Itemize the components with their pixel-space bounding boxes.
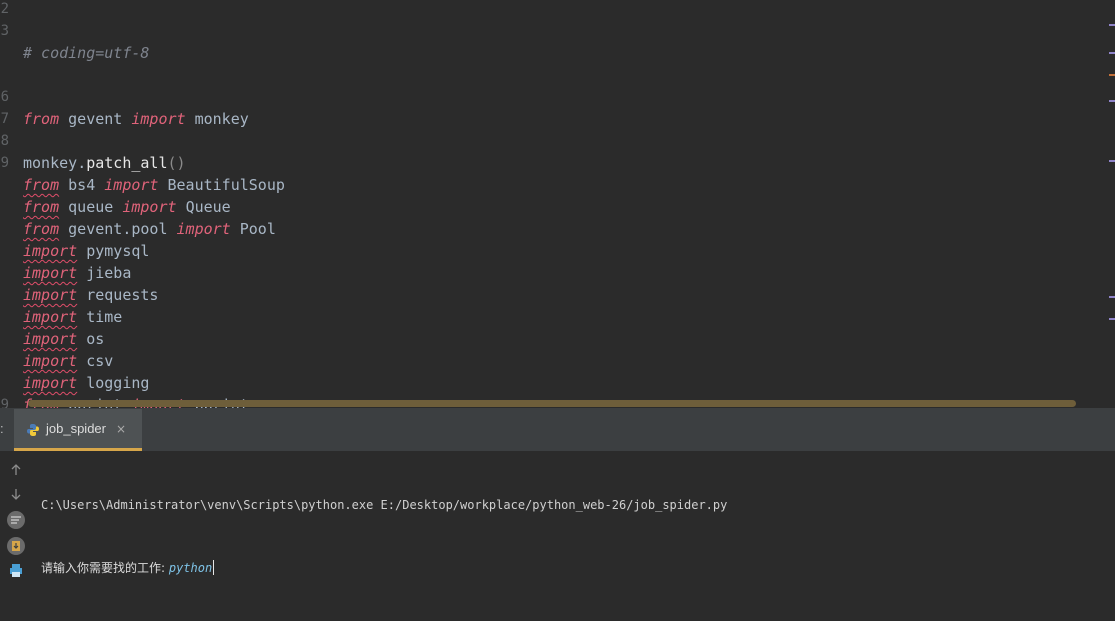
module-name: jieba	[86, 264, 132, 282]
keyword-from: from	[23, 176, 60, 194]
code-line: import jieba	[23, 262, 348, 284]
code-line: from bs4 import BeautifulSoup	[23, 174, 348, 196]
run-side-toolbar	[0, 451, 32, 582]
close-icon[interactable]: ×	[116, 422, 126, 436]
line-number	[0, 240, 9, 262]
identifier: monkey	[23, 154, 78, 172]
python-icon	[26, 422, 40, 436]
line-number: 7	[0, 111, 9, 127]
line-number	[0, 196, 9, 218]
line-number	[0, 174, 9, 196]
keyword-import: import	[23, 242, 78, 260]
line-number	[0, 262, 9, 284]
text-caret	[213, 560, 215, 575]
tool-window-title: :	[0, 421, 4, 436]
function-name: patch_all	[86, 154, 168, 172]
input-prompt-line: 请输入你需要找的工作: python	[41, 558, 1115, 579]
comment-line: # coding=utf-8	[23, 44, 150, 62]
code-line: import os	[23, 328, 348, 350]
error-stripe-marker[interactable]	[1109, 74, 1115, 76]
line-number: 8	[0, 133, 9, 149]
imported-name: monkey	[194, 110, 249, 128]
line-number	[0, 306, 9, 328]
code-area[interactable]: # coding=utf-8 from gevent import monkey…	[23, 0, 348, 408]
keyword-import: import	[23, 308, 78, 326]
scroll-to-end-icon[interactable]	[5, 535, 27, 557]
keyword-from: from	[23, 220, 60, 238]
module-name: gevent	[68, 110, 123, 128]
line-number	[0, 328, 9, 350]
module-name: pool	[131, 220, 168, 238]
code-line: import pymysql	[23, 240, 348, 262]
up-arrow-icon[interactable]	[5, 459, 27, 481]
line-number: 9	[0, 397, 9, 408]
module-name: logging	[86, 374, 150, 392]
code-line: import logging	[23, 372, 348, 394]
soft-wrap-icon[interactable]	[5, 509, 27, 531]
module-name: pymysql	[86, 242, 150, 260]
imported-name: Pool	[239, 220, 276, 238]
line-number	[0, 218, 9, 240]
keyword-from: from	[23, 198, 60, 216]
module-name: requests	[86, 286, 159, 304]
module-name: csv	[86, 352, 114, 370]
code-line: import requests	[23, 284, 348, 306]
console-input[interactable]: python	[169, 561, 212, 575]
keyword-import: import	[104, 176, 159, 194]
error-stripe-marker[interactable]	[1109, 296, 1115, 298]
line-number: 2	[0, 1, 9, 17]
line-number	[0, 372, 9, 394]
punctuation: ()	[167, 154, 186, 172]
line-gutter: 2 3 6 7 8 9 9	[0, 0, 18, 408]
code-editor[interactable]: 2 3 6 7 8 9 9 # coding=utf-8 from gevent impor…	[0, 0, 1115, 408]
imported-name: Queue	[185, 198, 231, 216]
keyword-from: from	[23, 110, 60, 128]
run-tool-window: : job_spider × C:\Users\Administrator\ve…	[0, 408, 1115, 582]
print-icon[interactable]	[5, 559, 27, 581]
keyword-import: import	[176, 220, 231, 238]
module-name: queue	[68, 198, 114, 216]
line-number	[0, 42, 9, 64]
error-stripe-marker[interactable]	[1109, 24, 1115, 26]
keyword-import: import	[122, 198, 177, 216]
line-number: 6	[0, 89, 9, 105]
code-line: import csv	[23, 350, 348, 372]
line-number	[0, 64, 9, 86]
error-stripe-marker[interactable]	[1109, 160, 1115, 162]
horizontal-scrollbar[interactable]	[28, 400, 1076, 407]
line-number: 9	[0, 155, 9, 171]
keyword-import: import	[23, 286, 78, 304]
punctuation: .	[77, 154, 87, 172]
line-number	[0, 350, 9, 372]
run-command-line: C:\Users\Administrator\venv\Scripts\pyth…	[41, 498, 728, 512]
keyword-import: import	[23, 374, 78, 392]
module-name: bs4	[68, 176, 96, 194]
code-line: from gevent.pool import Pool	[23, 218, 348, 240]
module-name: gevent	[68, 220, 123, 238]
imported-name: BeautifulSoup	[167, 176, 285, 194]
module-name: time	[86, 308, 123, 326]
keyword-import: import	[23, 264, 78, 282]
module-name: os	[86, 330, 105, 348]
keyword-import: import	[23, 352, 78, 370]
keyword-import: import	[131, 110, 186, 128]
down-arrow-icon[interactable]	[5, 483, 27, 505]
console-output[interactable]: C:\Users\Administrator\venv\Scripts\pyth…	[41, 453, 1115, 621]
line-number: 3	[0, 23, 9, 39]
tab-label: job_spider	[46, 421, 106, 436]
keyword-import: import	[23, 330, 78, 348]
error-stripe-marker[interactable]	[1109, 100, 1115, 102]
code-line: from gevent import monkey	[23, 108, 348, 130]
code-line: from queue import Queue	[23, 196, 348, 218]
input-prompt: 请输入你需要找的工作:	[41, 561, 169, 575]
code-line: monkey.patch_all()	[23, 152, 348, 174]
error-stripe-marker[interactable]	[1109, 52, 1115, 54]
line-number	[0, 284, 9, 306]
run-tab-bar: : job_spider ×	[0, 409, 1115, 451]
tab-job-spider[interactable]: job_spider ×	[14, 409, 142, 451]
code-line: import time	[23, 306, 348, 328]
error-stripe-marker[interactable]	[1109, 318, 1115, 320]
